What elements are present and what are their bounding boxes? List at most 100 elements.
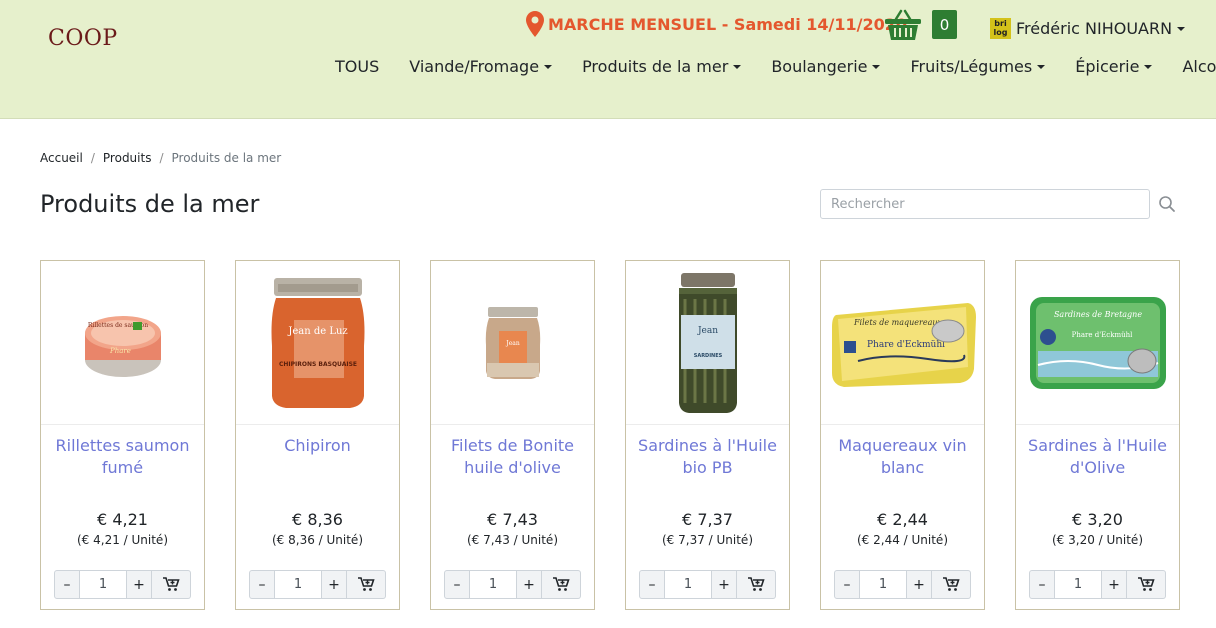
product-card[interactable]: Jean de Luz CHIPIRONS BASQUAISE Chipiron… <box>235 260 400 610</box>
decrease-quantity-button[interactable]: – <box>54 570 80 599</box>
breadcrumb: Accueil / Produits / Produits de la mer <box>40 151 281 165</box>
product-image-chipiron[interactable]: Jean de Luz CHIPIRONS BASQUAISE <box>236 261 399 425</box>
cart-count-badge[interactable]: 0 <box>932 10 957 39</box>
quantity-stepper: – 1 + <box>1029 570 1166 599</box>
product-unit-price: (€ 3,20 / Unité) <box>1051 533 1143 547</box>
breadcrumb-home[interactable]: Accueil <box>40 151 83 165</box>
phare-label: Phare d'Eckmühl <box>866 340 944 350</box>
cart-plus-icon <box>1137 577 1155 591</box>
breadcrumb-current: Produits de la mer <box>171 151 282 165</box>
increase-quantity-button[interactable]: + <box>1101 570 1127 599</box>
product-unit-price: (€ 4,21 / Unité) <box>76 533 168 547</box>
nav-label: Viande/Fromage <box>409 57 540 76</box>
svg-text:Phare: Phare <box>109 347 131 355</box>
product-card[interactable]: Jean SARDINES Sardines à l'Huile bio PB … <box>625 260 790 610</box>
nav-label: TOUS <box>335 57 380 76</box>
nav-item-epicerie[interactable]: Épicerie <box>1075 57 1153 76</box>
product-card[interactable]: Sardines de Bretagne Phare d'Eckmühl Sar… <box>1015 260 1180 610</box>
nav-item-fruits-legumes[interactable]: Fruits/Légumes <box>910 57 1046 76</box>
product-price: € 7,43 <box>487 510 538 529</box>
product-image-bonite[interactable]: Jean <box>431 261 594 425</box>
search-icon[interactable] <box>1158 195 1178 215</box>
chevron-down-icon <box>733 64 742 69</box>
add-to-cart-button[interactable] <box>542 570 581 599</box>
chevron-down-icon <box>544 64 553 69</box>
quantity-input[interactable]: 1 <box>470 570 516 599</box>
chevron-down-icon <box>1177 26 1186 31</box>
add-to-cart-button[interactable] <box>152 570 191 599</box>
product-image-rillettes[interactable]: Rillettes de saumon Phare <box>41 261 204 425</box>
svg-text:Jean: Jean <box>696 326 717 336</box>
product-name[interactable]: Maquereaux vin blanc <box>829 435 976 479</box>
product-card[interactable]: Filets de maquereaux Phare d'Eckmühl Maq… <box>820 260 985 610</box>
quantity-input[interactable]: 1 <box>80 570 126 599</box>
product-price: € 3,20 <box>1072 510 1123 529</box>
maquereaux-tin-text: Filets de maquereaux <box>852 318 942 327</box>
basket-icon[interactable] <box>884 9 922 45</box>
product-image-sardines-tin[interactable]: Sardines de Bretagne Phare d'Eckmühl <box>1016 261 1179 425</box>
add-to-cart-button[interactable] <box>1127 570 1166 599</box>
product-image-maquereaux[interactable]: Filets de maquereaux Phare d'Eckmühl <box>821 261 984 425</box>
svg-text:SARDINES: SARDINES <box>693 353 722 359</box>
quantity-input[interactable]: 1 <box>665 570 711 599</box>
add-to-cart-button[interactable] <box>347 570 386 599</box>
nav-item-alcools[interactable]: Alcools <box>1182 57 1216 76</box>
quantity-stepper: – 1 + <box>249 570 386 599</box>
product-name[interactable]: Sardines à l'Huile bio PB <box>634 435 781 479</box>
chevron-down-icon <box>872 64 881 69</box>
decrease-quantity-button[interactable]: – <box>834 570 860 599</box>
product-price: € 7,37 <box>682 510 733 529</box>
breadcrumb-separator: / <box>90 151 95 165</box>
product-card[interactable]: Jean Filets de Bonite huile d'olive € 7,… <box>430 260 595 610</box>
nav-label: Alcools <box>1182 57 1216 76</box>
location-pin-icon <box>526 11 544 37</box>
nav-item-produits-de-la-mer[interactable]: Produits de la mer <box>582 57 742 76</box>
site-logo[interactable]: COOP <box>48 26 118 51</box>
product-name[interactable]: Rillettes saumon fumé <box>49 435 196 479</box>
svg-text:Phare d'Eckmühl: Phare d'Eckmühl <box>1071 331 1132 339</box>
chipirons-label: CHIPIRONS BASQUAISE <box>278 361 356 368</box>
decrease-quantity-button[interactable]: – <box>249 570 275 599</box>
svg-text:Jean: Jean <box>505 340 520 347</box>
decrease-quantity-button[interactable]: – <box>1029 570 1055 599</box>
jean-de-luz-label: Jean de Luz <box>287 326 347 337</box>
increase-quantity-button[interactable]: + <box>711 570 737 599</box>
page-title: Produits de la mer <box>40 190 260 218</box>
product-image-sardines-jar[interactable]: Jean SARDINES <box>626 261 789 425</box>
product-name[interactable]: Filets de Bonite huile d'olive <box>439 435 586 479</box>
breadcrumb-separator: / <box>159 151 164 165</box>
breadcrumb-products[interactable]: Produits <box>103 151 152 165</box>
search-input[interactable] <box>820 189 1150 219</box>
decrease-quantity-button[interactable]: – <box>444 570 470 599</box>
market-info[interactable]: MARCHE MENSUEL - Samedi 14/11/2020 <box>526 11 907 37</box>
product-name[interactable]: Sardines à l'Huile d'Olive <box>1024 435 1171 479</box>
increase-quantity-button[interactable]: + <box>906 570 932 599</box>
main-nav: TOUS Viande/Fromage Produits de la mer B… <box>335 57 1216 76</box>
product-unit-price: (€ 7,43 / Unité) <box>466 533 558 547</box>
add-to-cart-button[interactable] <box>737 570 776 599</box>
nav-item-tous[interactable]: TOUS <box>335 57 379 76</box>
nav-item-boulangerie[interactable]: Boulangerie <box>771 57 881 76</box>
product-name[interactable]: Chipiron <box>244 435 391 457</box>
increase-quantity-button[interactable]: + <box>321 570 347 599</box>
quantity-input[interactable]: 1 <box>275 570 321 599</box>
decrease-quantity-button[interactable]: – <box>639 570 665 599</box>
product-grid: Rillettes de saumon Phare Rillettes saum… <box>40 260 1180 610</box>
nav-label: Fruits/Légumes <box>910 57 1033 76</box>
quantity-input[interactable]: 1 <box>860 570 906 599</box>
increase-quantity-button[interactable]: + <box>516 570 542 599</box>
chevron-down-icon <box>1037 64 1046 69</box>
quantity-input[interactable]: 1 <box>1055 570 1101 599</box>
user-menu[interactable]: bri log Frédéric NIHOUARN <box>990 18 1186 39</box>
quantity-stepper: – 1 + <box>639 570 776 599</box>
increase-quantity-button[interactable]: + <box>126 570 152 599</box>
cart-plus-icon <box>357 577 375 591</box>
nav-label: Produits de la mer <box>582 57 729 76</box>
chevron-down-icon <box>1144 64 1153 69</box>
nav-label: Épicerie <box>1075 57 1140 76</box>
nav-item-viande-fromage[interactable]: Viande/Fromage <box>409 57 553 76</box>
add-to-cart-button[interactable] <box>932 570 971 599</box>
sardines-tin-text: Sardines de Bretagne <box>1053 310 1141 319</box>
product-price: € 4,21 <box>97 510 148 529</box>
product-card[interactable]: Rillettes de saumon Phare Rillettes saum… <box>40 260 205 610</box>
